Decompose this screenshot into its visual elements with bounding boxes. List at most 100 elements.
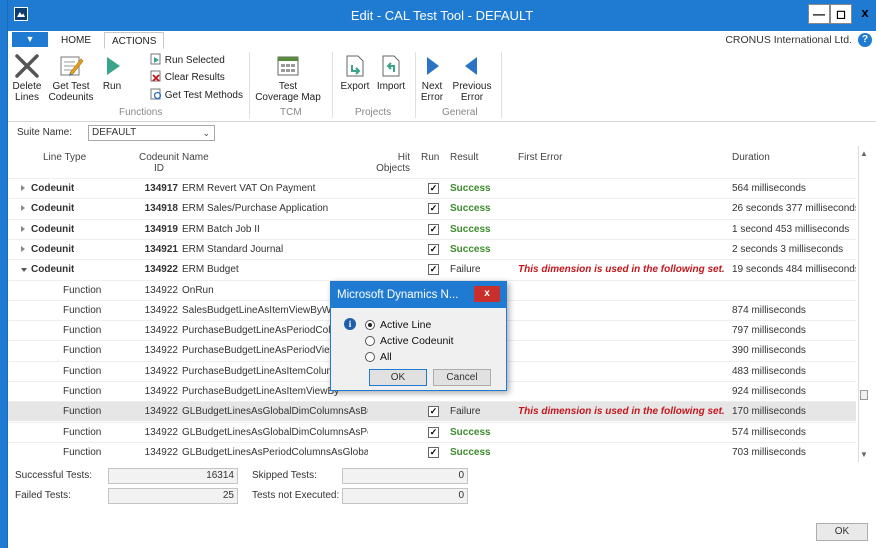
radio-active-line-label[interactable]: Active Line (380, 319, 431, 331)
table-row[interactable]: Function 134922 GLBudgetLinesAsPeriodColum… (8, 441, 856, 462)
ribbon-separator (249, 52, 250, 118)
ribbon: Delete Lines Get Test Codeunits Run Run … (8, 49, 876, 122)
run-checkbox[interactable]: ✓ (428, 223, 439, 235)
delete-x-icon (15, 54, 39, 78)
table-row[interactable]: Codeunit 134918 ERM Sales/Purchase Applica… (8, 198, 856, 218)
next-error-label: Next Error (420, 81, 444, 103)
radio-active-line[interactable] (365, 320, 375, 330)
cell-line-type: Function (63, 304, 102, 316)
expand-icon[interactable] (21, 225, 25, 232)
col-line-type[interactable]: Line Type (43, 152, 86, 163)
cell-result: Failure (450, 406, 481, 418)
tab-home[interactable]: HOME (54, 32, 98, 49)
table-row[interactable]: Codeunit 134917 ERM Revert VAT On Payment ✓… (8, 178, 856, 198)
group-general-label: General (442, 107, 478, 118)
scroll-thumb[interactable] (860, 390, 868, 400)
import-button[interactable]: Import (374, 53, 408, 92)
dialog-title: Microsoft Dynamics N... (337, 289, 459, 301)
edit-list-icon (60, 56, 84, 76)
table-row[interactable]: Codeunit 134919 ERM Batch Job II ✓ Success 1 … (8, 218, 856, 239)
cell-codeunit-id: 134922 (144, 345, 178, 357)
previous-error-button[interactable]: Previous Error (450, 53, 494, 103)
col-name[interactable]: Name (182, 152, 209, 163)
test-coverage-map-button[interactable]: Test Coverage Map (253, 53, 323, 103)
run-options-dialog: Microsoft Dynamics N... x i Active Line … (330, 281, 507, 391)
ok-button[interactable]: OK (816, 523, 868, 541)
ribbon-tabs: ▼ HOME ACTIONS CRONUS International Ltd.… (8, 31, 876, 50)
col-result[interactable]: Result (450, 152, 478, 163)
table-row[interactable]: Function 134922 GLBudgetLinesAsGlobalDimCo… (8, 401, 856, 422)
get-test-methods-button[interactable]: Get Test Methods (150, 88, 243, 102)
suite-name-select[interactable]: DEFAULT ⌄ (88, 125, 215, 141)
table-row[interactable]: Codeunit 134921 ERM Standard Journal ✓ Succe… (8, 238, 856, 259)
run-selected-label: Run Selected (164, 55, 225, 66)
dialog-close-button[interactable]: x (474, 286, 500, 302)
cell-codeunit-id: 134922 (144, 264, 178, 276)
run-selected-button[interactable]: Run Selected (150, 53, 225, 67)
minimize-button[interactable]: — (808, 4, 830, 24)
skipped-tests-value: 0 (342, 468, 468, 484)
col-duration[interactable]: Duration (732, 152, 770, 163)
scroll-up-icon[interactable]: ▲ (860, 149, 868, 158)
navigation-menu-button[interactable]: ▼ (12, 32, 48, 47)
get-test-codeunits-button[interactable]: Get Test Codeunits (46, 53, 96, 103)
cell-codeunit-id: 134922 (144, 426, 178, 438)
cell-result: Success (450, 203, 491, 215)
run-checkbox[interactable]: ✓ (428, 426, 439, 438)
clear-results-button[interactable]: Clear Results (150, 70, 225, 84)
grid-scrollbar[interactable]: ▲ ▼ (858, 146, 869, 462)
ribbon-separator (332, 52, 333, 118)
cell-result: Success (450, 183, 491, 194)
delete-lines-button[interactable]: Delete Lines (11, 53, 43, 103)
col-first-error[interactable]: First Error (518, 152, 562, 163)
radio-active-codeunit[interactable] (365, 336, 375, 346)
tab-actions[interactable]: ACTIONS (104, 32, 165, 49)
help-icon[interactable]: ? (858, 33, 872, 47)
run-checkbox[interactable]: ✓ (428, 183, 439, 194)
table-row[interactable]: Codeunit 134922 ERM Budget ✓ Failure This dim… (8, 259, 856, 279)
run-button[interactable]: Run (98, 53, 126, 92)
get-test-methods-icon (150, 88, 162, 100)
next-error-button[interactable]: Next Error (418, 53, 446, 103)
table-row[interactable]: Function 134922 GLBudgetLinesAsGlobalDimCo… (8, 421, 856, 442)
expand-icon[interactable] (21, 185, 25, 191)
get-test-codeunits-label: Get Test Codeunits (48, 81, 94, 103)
cell-duration: 874 milliseconds (732, 304, 806, 316)
suite-name-value: DEFAULT (92, 127, 137, 138)
collapse-icon[interactable] (21, 268, 27, 273)
cell-name: GLBudgetLinesAsGlobalDimColumnsAsPe... (182, 426, 368, 438)
cell-codeunit-id: 134922 (144, 406, 178, 418)
expand-icon[interactable] (21, 205, 25, 212)
dialog-cancel-button[interactable]: Cancel (433, 369, 491, 386)
cell-first-error[interactable]: This dimension is used in the following … (518, 264, 724, 275)
run-checkbox[interactable]: ✓ (428, 446, 439, 458)
cell-duration: 483 milliseconds (732, 365, 806, 377)
run-checkbox[interactable]: ✓ (428, 264, 439, 276)
close-window-button[interactable]: x (854, 4, 876, 24)
dialog-ok-button[interactable]: OK (369, 369, 427, 386)
radio-all[interactable] (365, 352, 375, 362)
skipped-tests-label: Skipped Tests: (252, 470, 317, 481)
cell-duration: 924 milliseconds (732, 386, 806, 397)
play-icon (107, 57, 120, 75)
info-icon: i (344, 318, 356, 330)
run-checkbox[interactable]: ✓ (428, 203, 439, 215)
scroll-down-icon[interactable]: ▼ (860, 450, 868, 459)
cell-line-type: Codeunit (31, 203, 75, 215)
radio-all-label[interactable]: All (380, 351, 392, 363)
expand-icon[interactable] (21, 245, 25, 252)
cell-name: ERM Sales/Purchase Application (182, 203, 329, 215)
cell-codeunit-id: 134919 (144, 223, 178, 235)
run-checkbox[interactable]: ✓ (428, 243, 439, 255)
col-hit-objects[interactable]: Hit Objects (370, 152, 410, 174)
run-checkbox[interactable]: ✓ (428, 406, 439, 418)
export-button[interactable]: Export (338, 53, 372, 92)
arrow-right-icon (427, 57, 439, 75)
previous-error-label: Previous Error (452, 81, 492, 103)
maximize-button[interactable]: ◻ (830, 4, 852, 24)
cell-first-error[interactable]: This dimension is used in the following … (518, 406, 724, 417)
col-codeunit-id[interactable]: Codeunit ID (134, 152, 184, 174)
radio-active-codeunit-label[interactable]: Active Codeunit (380, 335, 454, 347)
tests-not-executed-value: 0 (342, 488, 468, 504)
col-run[interactable]: Run (421, 152, 439, 163)
